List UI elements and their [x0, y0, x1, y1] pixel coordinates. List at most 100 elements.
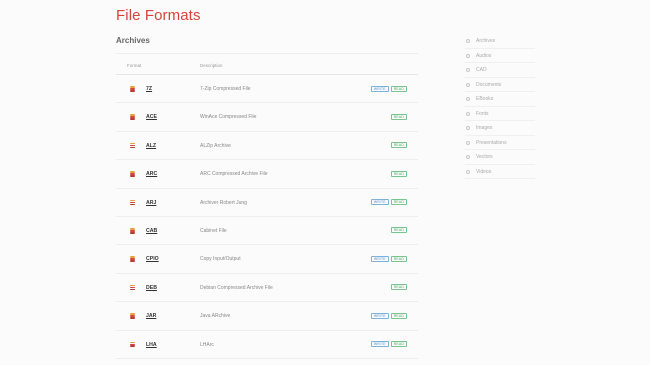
sidebar-item-audios[interactable]: Audios	[465, 49, 535, 63]
sidebar-item-label: Documents	[476, 81, 502, 88]
category-sidebar: Archives Audios CAD Documents EBooks Fonts Ima…	[465, 34, 535, 179]
capability-badges: WRITE READ	[370, 312, 407, 319]
read-badge: READ	[390, 255, 407, 262]
sidebar-item-label: Vectors	[476, 154, 493, 160]
sidebar-item-videos[interactable]: Videos	[465, 165, 535, 179]
sidebar-item-label: Presentations	[476, 139, 507, 146]
format-link[interactable]: CPIO	[146, 256, 159, 262]
format-description: Cabinet File	[200, 227, 227, 234]
header-format: Format	[127, 63, 142, 68]
format-description: 7-Zip Compressed File	[200, 86, 251, 92]
table-row: JAR Java ARchive WRITE READ	[116, 302, 418, 331]
format-description: Java ARchive	[200, 313, 231, 320]
circle-bullet-icon	[466, 126, 470, 130]
capability-badges: READ	[390, 113, 407, 120]
layers-stack-icon	[130, 341, 135, 348]
capability-badges: READ	[390, 170, 407, 177]
format-link[interactable]: ARC	[146, 171, 157, 177]
capability-badges: WRITE READ	[370, 255, 407, 262]
read-badge: READ	[390, 113, 407, 120]
layers-stack-icon	[130, 142, 135, 149]
layers-stack-icon	[130, 86, 135, 92]
format-description: ALZip Archive	[200, 142, 231, 149]
layers-stack-icon	[130, 284, 135, 291]
table-row: CPIO Copy Input/Output WRITE READ	[116, 245, 418, 274]
layers-stack-icon	[130, 199, 135, 206]
capability-badges: READ	[390, 227, 407, 234]
format-link[interactable]: ALZ	[146, 143, 156, 149]
sidebar-item-cad[interactable]: CAD	[465, 63, 535, 78]
table-body: 7Z 7-Zip Compressed File WRITE READ ACE WinAc…	[116, 75, 418, 359]
format-description: WinAce Compressed File	[200, 114, 257, 121]
format-description: Debian Compressed Archive File	[200, 284, 273, 291]
layers-stack-icon	[130, 313, 135, 319]
format-description: LHArc	[200, 341, 214, 348]
sidebar-item-documents[interactable]: Documents	[465, 78, 535, 92]
write-badge: WRITE	[370, 85, 389, 92]
write-badge: WRITE	[370, 199, 389, 206]
read-badge: READ	[390, 170, 407, 177]
table-row: CAB Cabinet File READ	[116, 217, 418, 246]
write-badge: WRITE	[370, 255, 389, 262]
capability-badges: WRITE READ	[370, 199, 407, 206]
capability-badges: WRITE READ	[370, 85, 407, 92]
format-description: ARC Compressed Archive File	[200, 171, 268, 178]
header-description: Description	[200, 63, 223, 68]
read-badge: READ	[390, 85, 407, 92]
capability-badges: WRITE READ	[370, 341, 407, 348]
format-link[interactable]: DEB	[146, 285, 157, 291]
layers-stack-icon	[130, 171, 135, 177]
circle-bullet-icon	[466, 39, 470, 43]
sidebar-item-ebooks[interactable]: EBooks	[465, 92, 535, 107]
sidebar-item-presentations[interactable]: Presentations	[465, 136, 535, 150]
circle-bullet-icon	[466, 97, 470, 101]
table-row: ARC ARC Compressed Archive File READ	[116, 160, 418, 189]
circle-bullet-icon	[466, 140, 470, 145]
layers-stack-icon	[130, 227, 135, 234]
sidebar-item-label: Videos	[476, 168, 492, 175]
circle-bullet-icon	[466, 82, 470, 87]
format-link[interactable]: 7Z	[146, 86, 152, 92]
read-badge: READ	[390, 199, 407, 206]
page-title: File Formats	[116, 7, 201, 24]
table-row: ARJ Archiver Robert Jung WRITE READ	[116, 189, 418, 217]
read-badge: READ	[390, 284, 407, 291]
circle-bullet-icon	[466, 169, 470, 174]
layers-stack-icon	[130, 114, 135, 120]
format-link[interactable]: JAR	[146, 313, 156, 319]
layers-stack-icon	[130, 256, 135, 262]
sidebar-item-label: EBooks	[476, 96, 494, 102]
write-badge: WRITE	[370, 312, 389, 319]
format-description: Copy Input/Output	[200, 256, 241, 263]
format-link[interactable]: CAB	[146, 228, 157, 234]
sidebar-item-fonts[interactable]: Fonts	[465, 107, 535, 121]
sidebar-item-label: Images	[476, 125, 493, 131]
read-badge: READ	[390, 227, 407, 234]
circle-bullet-icon	[466, 111, 470, 116]
read-badge: READ	[390, 341, 407, 348]
circle-bullet-icon	[466, 68, 470, 72]
capability-badges: READ	[390, 142, 407, 149]
write-badge: WRITE	[370, 341, 389, 348]
sidebar-item-label: Archives	[476, 38, 496, 44]
capability-badges: READ	[390, 284, 407, 291]
format-description: Archiver Robert Jung	[200, 199, 247, 206]
section-title: Archives	[116, 36, 150, 45]
sidebar-item-label: Fonts	[476, 110, 489, 117]
table-row: DEB Debian Compressed Archive File READ	[116, 274, 418, 303]
table-header: Format Description	[116, 53, 418, 75]
read-badge: READ	[390, 142, 407, 149]
sidebar-item-vectors[interactable]: Vectors	[465, 150, 535, 165]
table-row: ALZ ALZip Archive READ	[116, 132, 418, 161]
format-link[interactable]: ACE	[146, 114, 157, 120]
sidebar-item-label: CAD	[476, 67, 487, 73]
format-link[interactable]: ARJ	[146, 200, 156, 206]
sidebar-item-archives[interactable]: Archives	[465, 34, 535, 49]
table-row: 7Z 7-Zip Compressed File WRITE READ	[116, 75, 418, 104]
circle-bullet-icon	[466, 53, 470, 58]
table-row: LHA LHArc WRITE READ	[116, 331, 418, 359]
sidebar-item-images[interactable]: Images	[465, 121, 535, 136]
read-badge: READ	[390, 312, 407, 319]
circle-bullet-icon	[466, 155, 470, 159]
format-link[interactable]: LHA	[146, 342, 157, 348]
